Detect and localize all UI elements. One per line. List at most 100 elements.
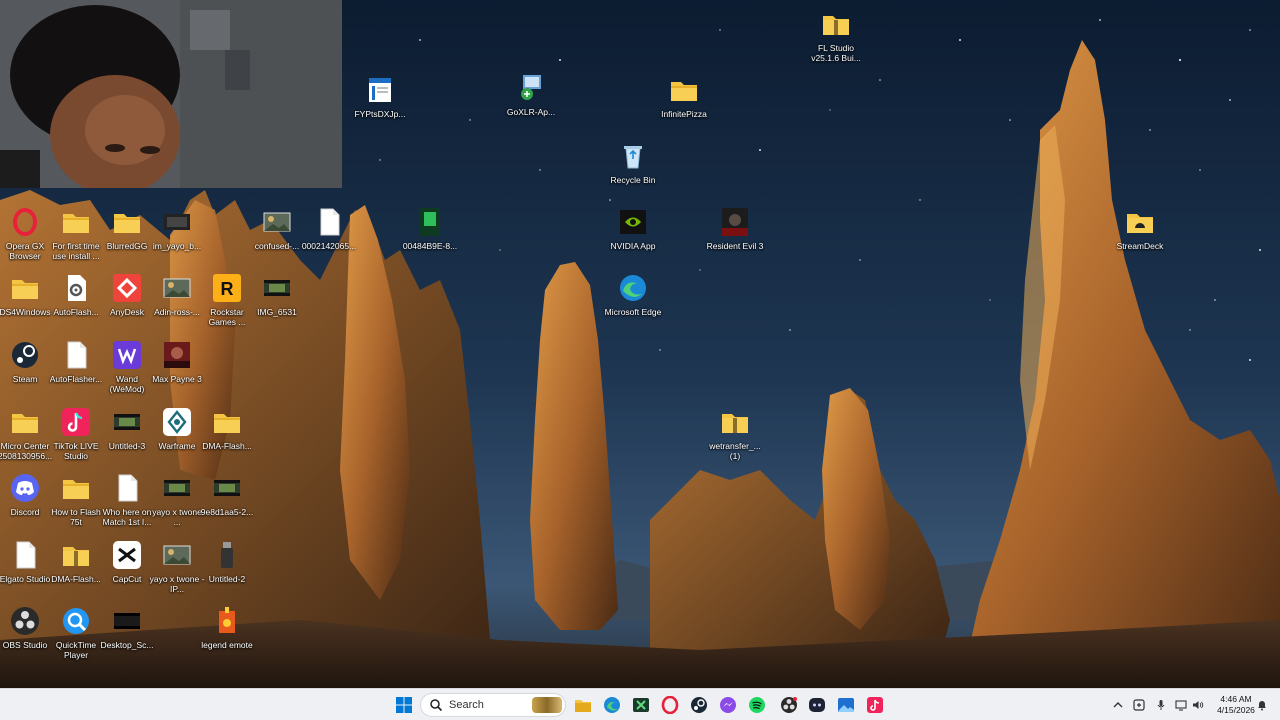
- desktop-icon-wetransfer[interactable]: wetransfer_... (1): [706, 406, 764, 461]
- desktop-icon-autoflasher[interactable]: AutoFlasher...: [47, 339, 105, 384]
- desktop-icon-file-00484b9e[interactable]: 00484B9E-8...: [401, 206, 459, 251]
- network-icon: [1175, 700, 1187, 711]
- desktop-icon-infinitepizza[interactable]: InfinitePizza: [655, 74, 713, 119]
- desktop-icon-recycle-bin[interactable]: Recycle Bin: [604, 140, 662, 185]
- desktop-icon-label: Warframe: [158, 441, 196, 451]
- taskbar-opera-gx[interactable]: [659, 694, 681, 716]
- folder-icon: [60, 472, 92, 504]
- desktop-icon-label: QuickTime Player: [55, 640, 97, 660]
- recycle-bin-icon: [617, 140, 649, 172]
- image-thumbnail-icon: [261, 206, 293, 238]
- taskbar-spotify[interactable]: [746, 694, 768, 716]
- desktop-icon-first-time[interactable]: For first time use install ...: [47, 206, 105, 261]
- max-payne-icon: [161, 339, 193, 371]
- wand-icon: [111, 339, 143, 371]
- tray-overflow-chevron[interactable]: [1111, 698, 1125, 712]
- taskbar-tiktok-live[interactable]: [864, 694, 886, 716]
- image-thumbnail-icon: [161, 539, 193, 571]
- webcam-overlay: [0, 0, 342, 188]
- tray-notifications[interactable]: [1255, 698, 1269, 712]
- edge-icon: [617, 272, 649, 304]
- rockstar-icon: R: [211, 272, 243, 304]
- search-placeholder: Search: [449, 699, 484, 711]
- desktop-icon-streamdeck[interactable]: StreamDeck: [1111, 206, 1169, 251]
- desktop-icon-dma-flash-2[interactable]: DMA-Flash...: [47, 539, 105, 584]
- desktop-icon-desktop-sc[interactable]: Desktop_Sc...: [98, 605, 156, 650]
- desktop-icon-nvidia-app[interactable]: NVIDIA App: [604, 206, 662, 251]
- desktop-icon-tiktok-live[interactable]: TikTok LIVE Studio: [47, 406, 105, 461]
- desktop-icon-label: InfinitePizza: [661, 109, 707, 119]
- zip-folder-icon: [719, 406, 751, 438]
- desktop-icon-label: Recycle Bin: [610, 175, 656, 185]
- svg-text:R: R: [221, 279, 234, 299]
- desktop-icon-im-yayo[interactable]: im_yayo_b...: [148, 206, 206, 251]
- desktop-icon-resident-evil[interactable]: Resident Evil 3: [706, 206, 764, 251]
- folder-icon: [211, 406, 243, 438]
- desktop-icon-how-to-flash[interactable]: How to Flash 75t: [47, 472, 105, 527]
- desktop-icon-label: im_yayo_b...: [152, 241, 202, 251]
- desktop-icon-label: OBS Studio: [2, 640, 48, 650]
- desktop-icon-file-0002142065[interactable]: 0002142065...: [300, 206, 358, 251]
- desktop-icon-label: Steam: [12, 374, 38, 384]
- desktop-icon-fl-studio[interactable]: FL Studio v25.1.6 Bui...: [807, 8, 865, 63]
- start-button[interactable]: [393, 694, 415, 716]
- taskbar-xbox[interactable]: [630, 694, 652, 716]
- desktop-icon-opera-gx[interactable]: Opera GX Browser: [0, 206, 54, 261]
- desktop-icon-micro-center[interactable]: Micro Center 2508130956...: [0, 406, 54, 461]
- tray-network[interactable]: [1174, 698, 1188, 712]
- desktop-icon-label: DS4Windows: [0, 307, 51, 317]
- desktop-icon-elgato-studio[interactable]: Elgato Studio: [0, 539, 54, 584]
- desktop-icon-steam[interactable]: Steam: [0, 339, 54, 384]
- taskbar-steam[interactable]: [688, 694, 710, 716]
- taskbar-edge[interactable]: [601, 694, 623, 716]
- obs-icon: [781, 697, 797, 713]
- desktop-icon-dma-flash-1[interactable]: DMA-Flash...: [198, 406, 256, 451]
- search-highlight-thumbnail[interactable]: [532, 697, 562, 713]
- usb-drive-icon: [211, 539, 243, 571]
- streamdeck-icon: [1124, 206, 1156, 238]
- taskbar-messenger[interactable]: [717, 694, 739, 716]
- bell-icon: [1258, 701, 1266, 711]
- desktop-icon-file-9e8d1aa5[interactable]: 9e8d1aa5-2...: [198, 472, 256, 517]
- image-thumbnail-icon: [161, 272, 193, 304]
- anydesk-icon: [111, 272, 143, 304]
- desktop-icon-label: AutoFlasher...: [49, 374, 103, 384]
- goxlr-installer-icon: [515, 72, 547, 104]
- taskbar-discord[interactable]: [806, 694, 828, 716]
- zip-folder-icon: [820, 8, 852, 40]
- sync-icon: [1133, 699, 1145, 711]
- desktop-icon-autoflash-1[interactable]: AutoFlash...: [47, 272, 105, 317]
- desktop-icon-label: FYPtsDXJp...: [354, 109, 406, 119]
- game-thumbnail-icon: [414, 206, 446, 238]
- desktop-icon-discord[interactable]: Discord: [0, 472, 54, 517]
- desktop-icon-label: Elgato Studio: [0, 574, 51, 584]
- tiktok-live-icon: [60, 406, 92, 438]
- desktop-icon-goxlr[interactable]: GoXLR-Ap...: [502, 72, 560, 117]
- taskbar-photos[interactable]: [835, 694, 857, 716]
- text-file-icon: [364, 74, 396, 106]
- desktop-icon-label: Max Payne 3: [152, 374, 202, 384]
- taskbar-search-box[interactable]: Search: [420, 693, 566, 717]
- folder-icon: [668, 74, 700, 106]
- desktop-icon-max-payne[interactable]: Max Payne 3: [148, 339, 206, 384]
- desktop-icon-img-6531[interactable]: IMG_6531: [248, 272, 306, 317]
- taskbar-obs-studio[interactable]: [778, 694, 800, 716]
- desktop-icon-legend-emote[interactable]: legend emote: [198, 605, 256, 650]
- desktop-icon-fyptsdx[interactable]: FYPtsDXJp...: [351, 74, 409, 119]
- desktop-icon-label: TikTok LIVE Studio: [53, 441, 99, 461]
- tray-microphone[interactable]: [1154, 698, 1168, 712]
- desktop-icon-ds4windows[interactable]: DS4Windows: [0, 272, 54, 317]
- desktop-icon-confused[interactable]: confused-...: [248, 206, 306, 251]
- desktop-icon-obs-studio[interactable]: OBS Studio: [0, 605, 54, 650]
- desktop-icon-label: confused-...: [254, 241, 300, 251]
- tray-app-icon[interactable]: [1132, 698, 1146, 712]
- desktop-icon-label: AnyDesk: [109, 307, 144, 317]
- tray-volume[interactable]: [1191, 698, 1205, 712]
- desktop-icon-label: DMA-Flash...: [202, 441, 252, 451]
- desktop-icon-label: How to Flash 75t: [51, 507, 101, 527]
- desktop-icon-untitled-2[interactable]: Untitled-2: [198, 539, 256, 584]
- desktop-icon-microsoft-edge[interactable]: Microsoft Edge: [604, 272, 662, 317]
- taskbar-file-explorer[interactable]: [572, 694, 594, 716]
- desktop-icon-quicktime[interactable]: QuickTime Player: [47, 605, 105, 660]
- desktop-icon-label: Adin-ross-...: [154, 307, 200, 317]
